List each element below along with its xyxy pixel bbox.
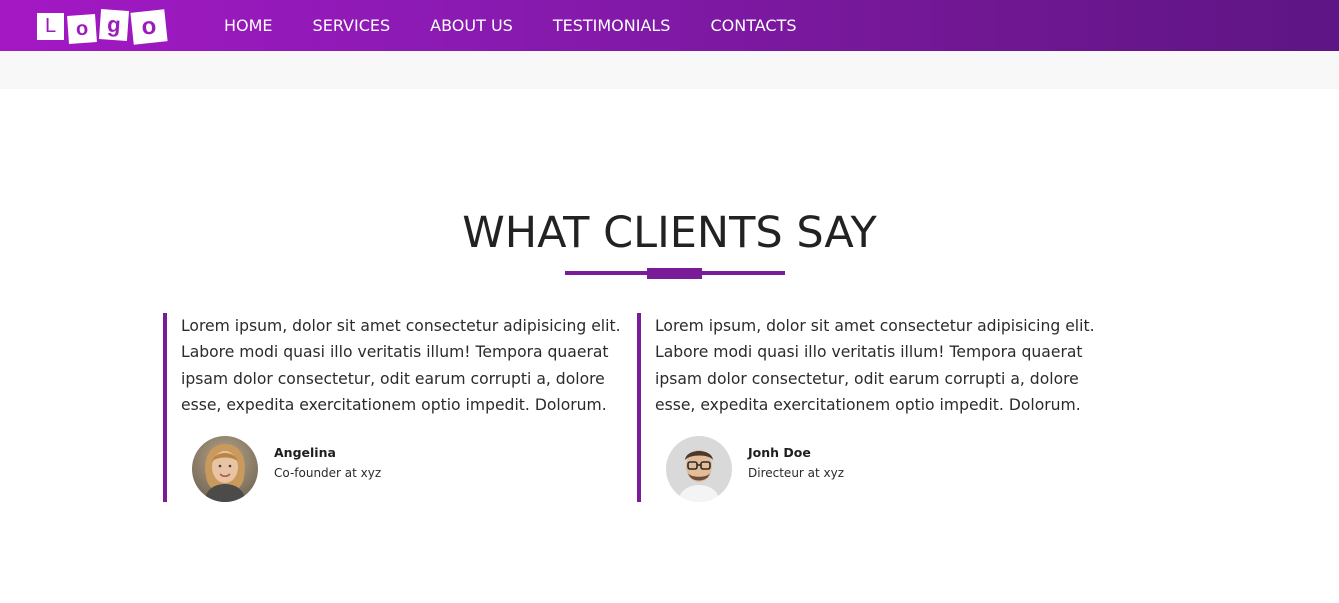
logo[interactable]: L o g o <box>37 9 168 45</box>
author-role: Directeur at xyz <box>748 465 845 480</box>
author-name: Angelina <box>274 444 336 460</box>
top-navbar: L o g o HOME SERVICES ABOUT US TESTIMONI… <box>0 0 1339 51</box>
logo-letter-o-second: o <box>130 9 168 45</box>
testimonial-author: Angelina Co-founder at xyz <box>192 435 381 502</box>
nav-services[interactable]: SERVICES <box>313 17 391 34</box>
author-info: Jonh Doe Directeur at xyz <box>748 444 844 484</box>
main-navigation: HOME SERVICES ABOUT US TESTIMONIALS CONT… <box>224 0 837 51</box>
author-role: Co-founder at xyz <box>274 465 382 480</box>
author-name: Jonh Doe <box>748 444 811 460</box>
logo-letter-o: o <box>67 14 97 44</box>
woman-portrait-avatar <box>192 435 258 502</box>
testimonial-author: Jonh Doe Directeur at xyz <box>666 435 844 502</box>
woman-avatar-image <box>192 435 258 502</box>
testimonial-card: Lorem ipsum, dolor sit amet consectetur … <box>163 313 621 502</box>
header-subbar <box>0 51 1339 89</box>
logo-letter-l: L <box>37 12 64 40</box>
title-underline-accent <box>647 268 702 279</box>
nav-about-us[interactable]: ABOUT US <box>430 17 513 34</box>
testimonial-card: Lorem ipsum, dolor sit amet consectetur … <box>637 313 1095 502</box>
nav-contacts[interactable]: CONTACTS <box>710 17 796 34</box>
testimonials-list: Lorem ipsum, dolor sit amet consectetur … <box>163 313 1123 503</box>
section-title: WHAT CLIENTS SAY <box>462 208 877 258</box>
nav-testimonials[interactable]: TESTIMONIALS <box>553 17 671 34</box>
logo-letter-g: g <box>98 9 130 41</box>
man-portrait-avatar <box>666 435 732 502</box>
testimonial-quote: Lorem ipsum, dolor sit amet consectetur … <box>181 317 621 415</box>
author-info: Angelina Co-founder at xyz <box>274 444 381 484</box>
man-avatar-image <box>666 435 732 502</box>
testimonial-quote: Lorem ipsum, dolor sit amet consectetur … <box>655 317 1095 415</box>
nav-home[interactable]: HOME <box>224 17 273 34</box>
